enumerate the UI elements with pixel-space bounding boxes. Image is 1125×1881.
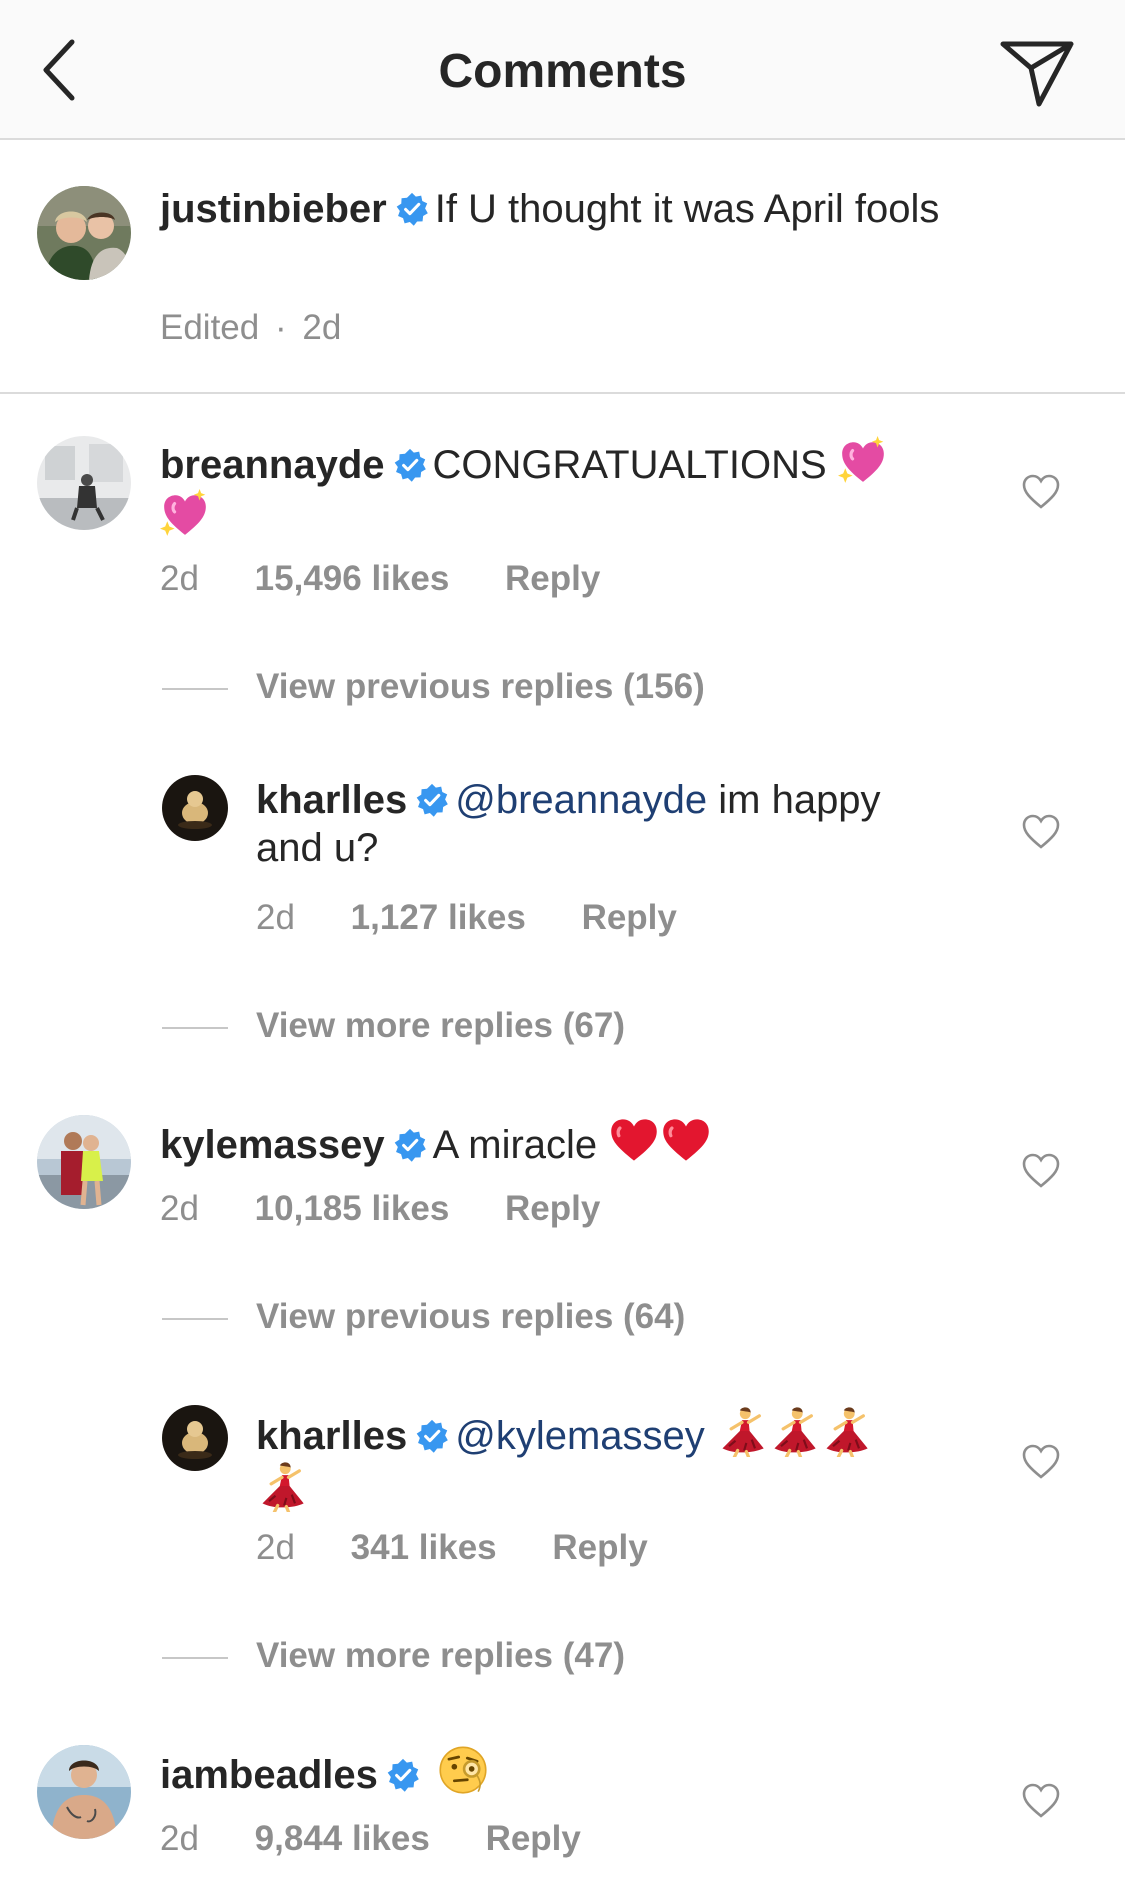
- page-title: Comments: [438, 45, 687, 98]
- caption-text: justinbieber If U thought it was April fo…: [160, 185, 960, 233]
- like-heart-icon[interactable]: [1022, 814, 1060, 850]
- reply-text: kharlles @kylemassey: [256, 1405, 956, 1515]
- sparkling-heart-icon: [160, 489, 210, 539]
- comment-time: 2d: [160, 1819, 199, 1858]
- reply-time: 2d: [256, 898, 295, 937]
- comment-meta: 2d 15,496 likes Reply: [160, 559, 646, 599]
- reply-meta: 2d 1,127 likes Reply: [256, 898, 723, 938]
- avatar[interactable]: [37, 1115, 131, 1209]
- avatar[interactable]: [37, 1745, 131, 1839]
- reply-button[interactable]: Reply: [505, 1189, 600, 1228]
- reply-button[interactable]: Reply: [552, 1528, 647, 1567]
- comment-likes[interactable]: 9,844 likes: [255, 1819, 430, 1858]
- mention-link[interactable]: @kylemassey: [455, 1414, 705, 1458]
- view-more-replies-label[interactable]: View more replies (67): [256, 1006, 625, 1046]
- reply-text: kharlles @breannayde im happy and u?: [256, 776, 956, 872]
- direct-send-icon[interactable]: [999, 38, 1075, 108]
- caption-meta: Edited · 2d: [160, 308, 387, 348]
- red-heart-icon: [608, 1114, 660, 1166]
- comment-likes[interactable]: 15,496 likes: [255, 559, 450, 598]
- dancer-icon: [716, 1405, 768, 1457]
- comment-text: breannayde CONGRATUALTIONS: [160, 436, 950, 542]
- view-previous-replies-label[interactable]: View previous replies (156): [256, 667, 705, 707]
- like-heart-icon[interactable]: [1022, 1153, 1060, 1189]
- edited-label: Edited: [160, 308, 260, 347]
- avatar[interactable]: [162, 775, 228, 841]
- comments-header: Comments: [0, 0, 1125, 140]
- comment-username[interactable]: kylemassey: [160, 1123, 385, 1167]
- caption-time: 2d: [302, 308, 342, 347]
- view-more-replies-label[interactable]: View more replies (47): [256, 1636, 625, 1676]
- verified-badge-icon: [393, 1128, 427, 1162]
- reply-username[interactable]: kharlles: [256, 1414, 407, 1458]
- reply-button[interactable]: Reply: [505, 559, 600, 598]
- avatar[interactable]: [37, 186, 131, 280]
- mention-link[interactable]: @breannayde: [455, 778, 707, 822]
- verified-badge-icon: [415, 783, 449, 817]
- replies-line: [162, 688, 228, 690]
- like-heart-icon[interactable]: [1022, 1444, 1060, 1480]
- sparkling-heart-icon: [838, 436, 888, 486]
- comment-username[interactable]: breannayde: [160, 443, 385, 487]
- avatar[interactable]: [162, 1405, 228, 1471]
- dancer-icon: [256, 1460, 308, 1512]
- view-previous-replies-label[interactable]: View previous replies (64): [256, 1297, 685, 1337]
- like-heart-icon[interactable]: [1022, 474, 1060, 510]
- comment-meta: 2d 10,185 likes Reply: [160, 1189, 646, 1229]
- comment-time: 2d: [160, 1189, 199, 1228]
- caption-username[interactable]: justinbieber: [160, 187, 387, 231]
- comment-username[interactable]: iambeadles: [160, 1753, 378, 1797]
- replies-line: [162, 1027, 228, 1029]
- divider: [0, 392, 1125, 394]
- comment-body: CONGRATUALTIONS: [432, 443, 827, 487]
- reply-time: 2d: [256, 1528, 295, 1567]
- comment-time: 2d: [160, 559, 199, 598]
- replies-line: [162, 1318, 228, 1320]
- comment-body: A miracle: [432, 1123, 598, 1167]
- reply-likes[interactable]: 1,127 likes: [351, 898, 526, 937]
- reply-username[interactable]: kharlles: [256, 778, 407, 822]
- avatar[interactable]: [37, 436, 131, 530]
- reply-button[interactable]: Reply: [582, 898, 677, 937]
- red-heart-icon: [660, 1114, 712, 1166]
- comment-text: iambeadles: [160, 1744, 950, 1799]
- verified-badge-icon: [395, 192, 429, 226]
- face-with-monocle-icon: [437, 1744, 489, 1796]
- reply-button[interactable]: Reply: [486, 1819, 581, 1858]
- verified-badge-icon: [415, 1419, 449, 1453]
- comment-likes[interactable]: 10,185 likes: [255, 1189, 450, 1228]
- like-heart-icon[interactable]: [1022, 1783, 1060, 1819]
- meta-separator: ·: [274, 308, 287, 347]
- comment-meta: 2d 9,844 likes Reply: [160, 1819, 627, 1859]
- reply-likes[interactable]: 341 likes: [351, 1528, 497, 1567]
- dancer-icon: [820, 1405, 872, 1457]
- reply-meta: 2d 341 likes Reply: [256, 1528, 694, 1568]
- replies-line: [162, 1657, 228, 1659]
- caption-body: If U thought it was April fools: [434, 187, 940, 231]
- verified-badge-icon: [386, 1758, 420, 1792]
- dancer-icon: [768, 1405, 820, 1457]
- verified-badge-icon: [393, 448, 427, 482]
- comment-text: kylemassey A miracle: [160, 1114, 950, 1169]
